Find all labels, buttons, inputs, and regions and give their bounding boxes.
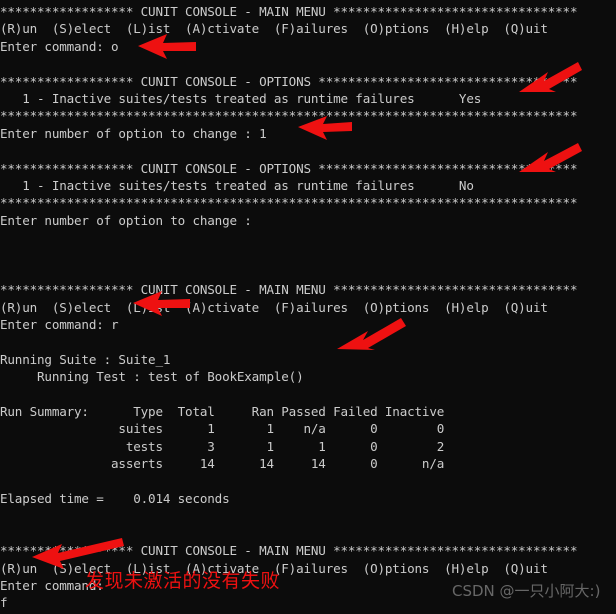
terminal-output: ****************** CUNIT CONSOLE - MAIN … bbox=[0, 0, 616, 614]
terminal-line: ****************** CUNIT CONSOLE - OPTIO… bbox=[0, 73, 578, 89]
terminal-line: ****************** CUNIT CONSOLE - MAIN … bbox=[0, 4, 578, 19]
terminal-line: ****************** CUNIT CONSOLE - MAIN … bbox=[0, 282, 578, 298]
terminal-line: Running Suite : Suite_1 bbox=[0, 351, 171, 367]
terminal-line: Run Summary: Type Total Ran Passed Faile… bbox=[0, 403, 445, 419]
terminal-line: tests 3 1 1 0 2 bbox=[0, 438, 445, 454]
terminal-line: Elapsed time = 0.014 seconds bbox=[0, 490, 230, 506]
terminal-line: ****************************************… bbox=[0, 108, 578, 124]
annotation-chinese-note: 发现未激活的没有失败 bbox=[85, 570, 281, 592]
terminal-line: (R)un (S)elect (L)ist (A)ctivate (F)ailu… bbox=[0, 21, 548, 37]
terminal-line: Enter command: r bbox=[0, 317, 119, 333]
csdn-watermark: CSDN @一只小阿大:) bbox=[452, 582, 601, 600]
terminal-line: asserts 14 14 14 0 n/a bbox=[0, 456, 445, 472]
terminal-line: 1 - Inactive suites/tests treated as run… bbox=[0, 177, 474, 193]
terminal-line: ****************** CUNIT CONSOLE - OPTIO… bbox=[0, 160, 578, 176]
terminal-line: Running Test : test of BookExample() bbox=[0, 369, 304, 385]
terminal-screen: ****************** CUNIT CONSOLE - MAIN … bbox=[0, 0, 616, 614]
terminal-line: ****************** CUNIT CONSOLE - MAIN … bbox=[0, 543, 578, 559]
terminal-line: suites 1 1 n/a 0 0 bbox=[0, 421, 445, 437]
terminal-line: 1 - Inactive suites/tests treated as run… bbox=[0, 90, 482, 106]
terminal-line: Enter number of option to change : bbox=[0, 212, 252, 228]
terminal-line: Enter number of option to change : 1 bbox=[0, 125, 267, 141]
terminal-line: Enter command: o bbox=[0, 38, 119, 54]
terminal-line: (R)un (S)elect (L)ist (A)ctivate (F)ailu… bbox=[0, 299, 548, 315]
terminal-line: ****************************************… bbox=[0, 195, 578, 211]
